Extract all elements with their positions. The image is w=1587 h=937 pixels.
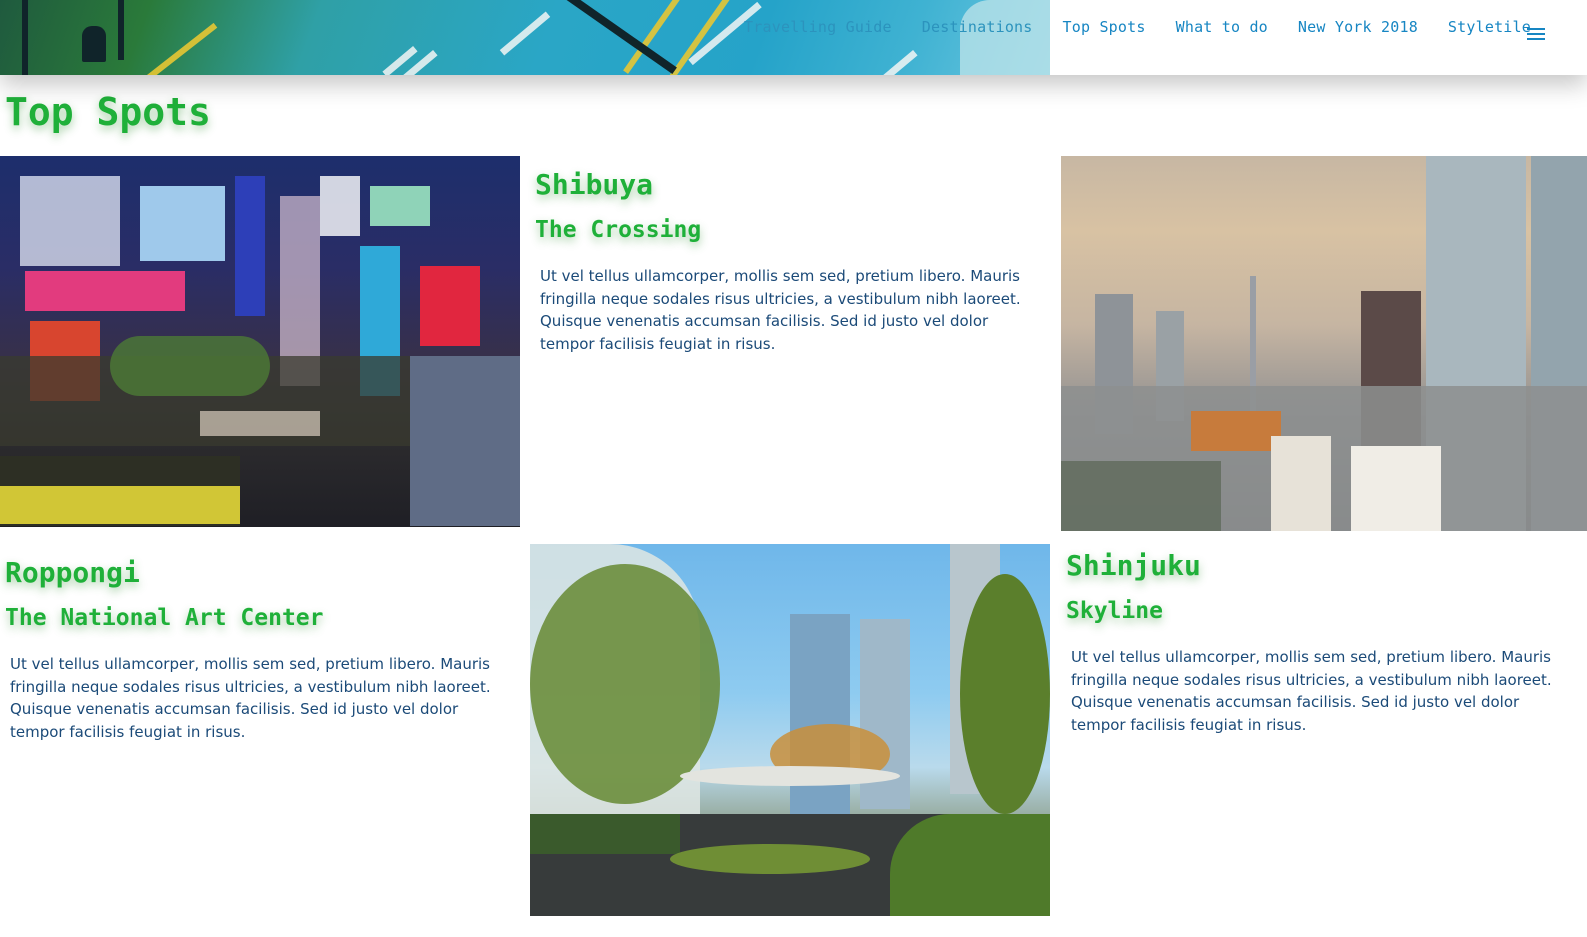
page-title: Top Spots — [5, 90, 211, 134]
nav-link-travelling-guide[interactable]: Travelling Guide — [744, 18, 892, 36]
spot-title-shinjuku: Shinjuku — [1066, 549, 1201, 582]
spot-subtitle-shinjuku: Skyline — [1066, 598, 1163, 624]
main-nav: Travelling Guide Destinations Top Spots … — [744, 18, 1531, 36]
spot-subtitle-roppongi: The National Art Center — [5, 605, 324, 631]
nav-link-what-to-do[interactable]: What to do — [1176, 18, 1268, 36]
header-banner-image — [0, 0, 1050, 75]
site-header: Travelling Guide Destinations Top Spots … — [0, 0, 1587, 75]
nav-link-destinations[interactable]: Destinations — [922, 18, 1033, 36]
spot-subtitle-shibuya: The Crossing — [535, 217, 702, 243]
hamburger-menu-icon[interactable] — [1527, 28, 1545, 40]
nav-link-styletile[interactable]: Styletile — [1448, 18, 1531, 36]
spot-description-shibuya: Ut vel tellus ullamcorper, mollis sem se… — [540, 267, 1021, 353]
spot-card-roppongi: Roppongi The National Art Center Ut vel … — [5, 556, 510, 743]
spot-title-roppongi: Roppongi — [5, 556, 140, 589]
spot-card-shinjuku: Shinjuku Skyline Ut vel tellus ullamcorp… — [1066, 549, 1581, 736]
shinjuku-skyline-photo — [1061, 156, 1587, 531]
national-art-center-photo — [530, 544, 1050, 916]
spot-description-shinjuku: Ut vel tellus ullamcorper, mollis sem se… — [1071, 648, 1552, 734]
spot-title-shibuya: Shibuya — [535, 168, 654, 201]
spot-description-roppongi: Ut vel tellus ullamcorper, mollis sem se… — [10, 655, 491, 741]
spot-card-shibuya: Shibuya The Crossing Ut vel tellus ullam… — [535, 168, 1035, 355]
nav-link-top-spots[interactable]: Top Spots — [1063, 18, 1146, 36]
nav-link-new-york-2018[interactable]: New York 2018 — [1298, 18, 1418, 36]
shibuya-photo — [0, 156, 520, 527]
